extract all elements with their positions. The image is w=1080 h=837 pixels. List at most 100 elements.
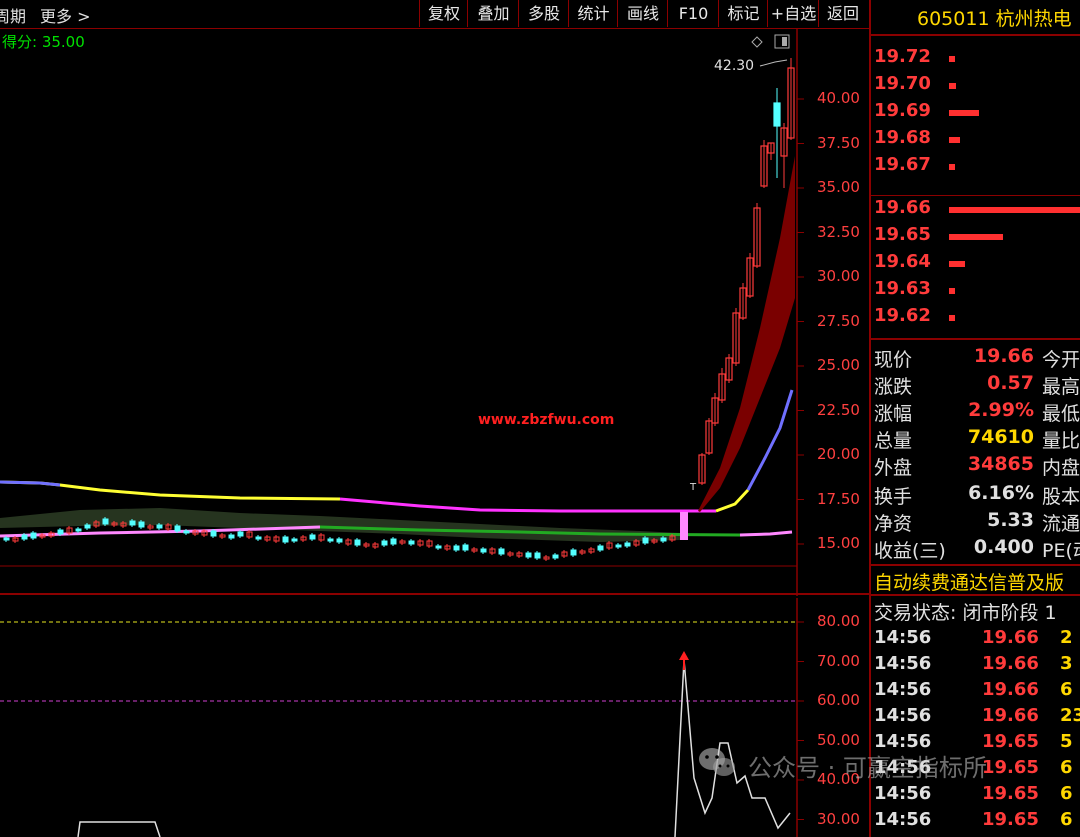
quote-label-right: 股本 xyxy=(1042,486,1080,508)
tick-price: 19.65 xyxy=(982,731,1039,752)
tick-row: 14:56 19.66 6 xyxy=(874,679,1080,705)
tick-price: 19.66 xyxy=(982,705,1039,726)
candle xyxy=(102,518,109,525)
candle xyxy=(138,521,145,528)
toolbar-button-2[interactable]: 多股 xyxy=(518,0,569,27)
diamond-icon[interactable] xyxy=(751,36,763,48)
orderbook-row[interactable]: 19.62 xyxy=(874,305,1080,331)
candle xyxy=(282,536,289,543)
tick-time: 14:56 xyxy=(874,679,932,700)
orderbook-price: 19.66 xyxy=(874,197,931,218)
toolbar-button-7[interactable]: +自选 xyxy=(767,0,819,27)
indicator-chart[interactable] xyxy=(0,598,869,837)
candle xyxy=(570,549,577,556)
tick-volume: 6 xyxy=(1060,679,1073,700)
quote-label: 换手 xyxy=(874,486,913,508)
toolbar-button-3[interactable]: 统计 xyxy=(568,0,618,27)
candle xyxy=(381,540,388,546)
tick-price: 19.66 xyxy=(982,653,1039,674)
tick-price: 19.66 xyxy=(982,627,1039,648)
orderbook-row[interactable]: 19.70 xyxy=(874,73,1080,99)
tick-volume: 3 xyxy=(1060,653,1073,674)
candle xyxy=(498,548,505,555)
candle xyxy=(615,544,622,548)
more-label: 更多 xyxy=(40,7,73,26)
toolbar-button-5[interactable]: F10 xyxy=(667,0,719,27)
ma-line-magenta xyxy=(339,497,716,513)
candle xyxy=(30,532,37,539)
quote-label: 涨幅 xyxy=(874,403,913,425)
quote-label-right: 今开 xyxy=(1042,349,1080,371)
ma-line-blue-start xyxy=(0,480,61,487)
candle xyxy=(408,540,415,545)
quote-row: 总量 74610 量比 xyxy=(874,426,1080,453)
quote-label-right: 流通 xyxy=(1042,513,1080,535)
toolbar-button-4[interactable]: 画线 xyxy=(617,0,668,27)
tick-volume: 6 xyxy=(1060,809,1073,830)
tick-time: 14:56 xyxy=(874,783,932,804)
orderbook-price: 19.72 xyxy=(874,46,931,67)
candle xyxy=(183,530,190,534)
toolbar-button-8[interactable]: 返回 xyxy=(818,0,867,27)
quote-row: 外盘 34865 内盘 xyxy=(874,453,1080,480)
orderbook-row[interactable]: 19.65 xyxy=(874,224,1080,250)
kline-chart[interactable]: 42.30 www.zbzfwu.com T xyxy=(0,28,869,596)
orderbook-row[interactable]: 19.64 xyxy=(874,251,1080,277)
trend-band-red xyxy=(698,156,795,512)
candle xyxy=(75,528,82,532)
quote-label-right: 量比 xyxy=(1042,430,1080,452)
toolbar-button-1[interactable]: 叠加 xyxy=(467,0,519,27)
candle xyxy=(174,525,181,532)
candle xyxy=(773,102,781,127)
orderbook-price: 19.70 xyxy=(874,73,931,94)
promo-link[interactable]: 自动续费通达信普及版 xyxy=(874,568,1064,595)
bid-ask-divider xyxy=(871,195,1080,196)
trade-state: 交易状态: 闭市阶段 1 xyxy=(874,602,1057,624)
orderbook-row[interactable]: 19.72 xyxy=(874,46,1080,72)
period-button[interactable]: 周期 xyxy=(0,3,26,27)
orderbook-row[interactable]: 19.67 xyxy=(874,154,1080,180)
quote-label: 净资 xyxy=(874,513,913,535)
orderbook-price: 19.62 xyxy=(874,305,931,326)
candle xyxy=(291,538,298,542)
quote-label: 外盘 xyxy=(874,457,913,479)
candle xyxy=(237,531,244,537)
candle xyxy=(156,524,163,529)
stock-name: 杭州热电 xyxy=(995,8,1072,30)
quote-value: 2.99% xyxy=(968,399,1034,421)
quote-value: 0.57 xyxy=(987,372,1034,394)
candle xyxy=(525,552,532,558)
candle xyxy=(57,529,64,535)
candle xyxy=(453,545,460,551)
orderbook-row[interactable]: 19.63 xyxy=(874,278,1080,304)
divider xyxy=(871,34,1080,36)
tick-volume: 5 xyxy=(1060,731,1073,752)
candle xyxy=(435,545,442,549)
watermark-text: 公众号 · 可赢空指标所 xyxy=(748,754,987,782)
candle xyxy=(552,554,559,559)
tick-time: 14:56 xyxy=(874,809,932,830)
orderbook-price: 19.68 xyxy=(874,127,931,148)
candle xyxy=(354,539,361,546)
orderbook-price: 19.64 xyxy=(874,251,931,272)
quote-label-right: 最低 xyxy=(1042,403,1080,425)
tick-row: 14:56 19.66 2 xyxy=(874,627,1080,653)
orderbook-row[interactable]: 19.68 xyxy=(874,127,1080,153)
more-button[interactable]: 更多 > xyxy=(40,3,91,27)
quote-value: 0.400 xyxy=(973,536,1034,558)
candle xyxy=(534,552,541,559)
quote-panel: 605011 杭州热电 19.72 19.70 19.69 19.68 19.67 19.… xyxy=(871,0,1080,837)
toolbar-button-0[interactable]: 复权 xyxy=(419,0,468,27)
quote-label: 收益(三) xyxy=(874,540,946,562)
orderbook-row[interactable]: 19.66 xyxy=(874,197,1080,223)
up-arrow-icon xyxy=(679,651,689,660)
quote-label: 总量 xyxy=(874,430,913,452)
volume-bar xyxy=(949,234,1003,240)
tick-volume: 6 xyxy=(1060,757,1073,778)
tick-volume: 23 xyxy=(1060,705,1080,726)
toolbar-button-6[interactable]: 标记 xyxy=(718,0,768,27)
tick-price: 19.65 xyxy=(982,757,1039,778)
quote-label: 涨跌 xyxy=(874,376,913,398)
tick-price: 19.65 xyxy=(982,783,1039,804)
orderbook-row[interactable]: 19.69 xyxy=(874,100,1080,126)
